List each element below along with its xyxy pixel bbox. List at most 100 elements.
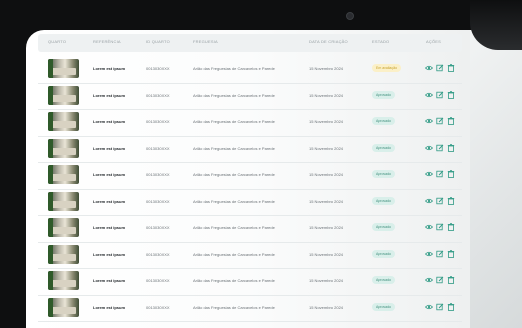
edit-icon[interactable] [436, 275, 444, 285]
room-thumbnail[interactable] [48, 271, 79, 290]
edit-icon[interactable] [436, 90, 444, 100]
room-freguesia: Arião das Freguesias de Carcavelos e Par… [193, 119, 275, 124]
room-thumbnail[interactable] [48, 244, 79, 264]
room-thumbnail[interactable] [48, 191, 79, 211]
creation-date: 15 Novembro 2024 [309, 172, 344, 177]
edit-icon[interactable] [436, 222, 444, 232]
room-freguesia: Arião das Freguesias de Carcavelos e Par… [193, 304, 275, 310]
row-actions [424, 302, 457, 312]
room-freguesia: Arião das Freguesias de Carcavelos e Par… [193, 145, 275, 151]
header-quarto: QUARTO [48, 39, 67, 44]
trash-icon[interactable] [447, 169, 455, 179]
room-freguesia: Arião das Freguesias de Carcavelos e Par… [193, 278, 275, 283]
status-badge: Aprovado [372, 90, 395, 99]
trash-icon[interactable] [447, 302, 455, 312]
creation-date: 15 Novembro 2024 [309, 304, 344, 310]
status-badge: Aprovado [372, 170, 395, 178]
eye-icon[interactable] [424, 116, 434, 126]
trash-icon[interactable] [447, 90, 455, 100]
room-thumbnail[interactable] [48, 85, 79, 105]
room-id: 0013030XXX [146, 145, 170, 151]
eye-icon[interactable] [424, 222, 434, 232]
room-thumbnail[interactable] [48, 165, 79, 184]
room-freguesia: Arião das Freguesias de Carcavelos e Par… [193, 172, 275, 177]
edit-icon[interactable] [436, 196, 444, 206]
table-row: Lorem est ipsum 0013030XXX Arião das Fregu… [38, 215, 462, 243]
edit-icon[interactable] [436, 116, 444, 126]
row-actions [424, 143, 457, 153]
creation-date: 15 Novembro 2024 [309, 92, 344, 98]
eye-icon[interactable] [424, 302, 434, 312]
header-referencia: REFERÊNCIA [93, 39, 121, 44]
room-reference: Lorem est ipsum [93, 145, 126, 151]
trash-icon[interactable] [447, 116, 455, 126]
status-badge: Aprovado [372, 117, 395, 125]
room-thumbnail[interactable] [48, 59, 79, 78]
table-row: Lorem est ipsum 0013030XXX Arião das Fregu… [38, 136, 462, 163]
trash-icon[interactable] [447, 222, 455, 232]
eye-icon[interactable] [424, 196, 434, 206]
row-actions [424, 63, 457, 73]
camera-icon [346, 12, 354, 20]
eye-icon[interactable] [424, 63, 434, 73]
edit-icon[interactable] [436, 302, 444, 312]
room-id: 0013030XXX [146, 119, 170, 124]
row-actions [424, 249, 457, 259]
status-badge: Aprovado [372, 143, 395, 152]
table-row: Lorem est ipsum 0013030XXX Arião das Fregu… [38, 189, 462, 216]
creation-date: 15 Novembro 2024 [309, 66, 344, 71]
eye-icon[interactable] [424, 249, 434, 259]
creation-date: 15 Novembro 2024 [309, 145, 344, 151]
status-badge: Aprovado [372, 249, 395, 258]
edit-icon[interactable] [436, 143, 444, 153]
status-badge: Em avaliação [372, 64, 402, 72]
trash-icon[interactable] [447, 143, 455, 153]
room-id: 0013030XXX [146, 251, 170, 257]
room-freguesia: Arião das Freguesias de Carcavelos e Par… [193, 66, 275, 71]
eye-icon[interactable] [424, 90, 434, 100]
room-reference: Lorem est ipsum [93, 251, 126, 257]
device-bezel-right [470, 0, 522, 50]
room-reference: Lorem est ipsum [93, 66, 126, 71]
room-thumbnail[interactable] [48, 297, 79, 317]
room-id: 0013030XXX [146, 278, 170, 283]
table-row: Lorem est ipsum 0013030XXX Arião das Fregu… [38, 295, 462, 322]
room-id: 0013030XXX [146, 66, 170, 71]
edit-icon[interactable] [436, 63, 444, 73]
room-thumbnail[interactable] [48, 112, 79, 131]
eye-icon[interactable] [424, 275, 434, 285]
header-estado: ESTADO [372, 39, 390, 44]
room-reference: Lorem est ipsum [93, 278, 126, 283]
room-reference: Lorem est ipsum [93, 172, 126, 177]
room-reference: Lorem est ipsum [93, 198, 126, 204]
table-row: Lorem est ipsum 0013030XXX Arião das Fregu… [38, 162, 462, 190]
table-row: Lorem est ipsum 0013030XXX Arião das Fregu… [38, 83, 462, 110]
table-row: Lorem est ipsum 0013030XXX Arião das Fregu… [38, 109, 462, 137]
eye-icon[interactable] [424, 169, 434, 179]
trash-icon[interactable] [447, 196, 455, 206]
room-freguesia: Arião das Freguesias de Carcavelos e Par… [193, 198, 275, 204]
creation-date: 15 Novembro 2024 [309, 225, 344, 230]
room-freguesia: Arião das Freguesias de Carcavelos e Par… [193, 92, 275, 98]
trash-icon[interactable] [447, 63, 455, 73]
trash-icon[interactable] [447, 275, 455, 285]
creation-date: 15 Novembro 2024 [309, 251, 344, 257]
eye-icon[interactable] [424, 143, 434, 153]
creation-date: 15 Novembro 2024 [309, 198, 344, 204]
edit-icon[interactable] [436, 169, 444, 179]
row-actions [424, 196, 457, 206]
room-id: 0013030XXX [146, 198, 170, 204]
row-actions [424, 90, 457, 100]
room-thumbnail[interactable] [48, 218, 79, 237]
room-thumbnail[interactable] [48, 138, 79, 158]
edit-icon[interactable] [436, 249, 444, 259]
device-bezel-top [0, 0, 522, 30]
row-actions [424, 275, 457, 285]
trash-icon[interactable] [447, 249, 455, 259]
room-freguesia: Arião das Freguesias de Carcavelos e Par… [193, 225, 275, 230]
status-badge: Aprovado [372, 196, 395, 205]
creation-date: 15 Novembro 2024 [309, 119, 344, 124]
header-id-quarto: ID QUARTO [146, 39, 170, 44]
room-id: 0013030XXX [146, 225, 170, 230]
table-row: Lorem est ipsum 0013030XXX Arião das Fregu… [38, 56, 462, 84]
